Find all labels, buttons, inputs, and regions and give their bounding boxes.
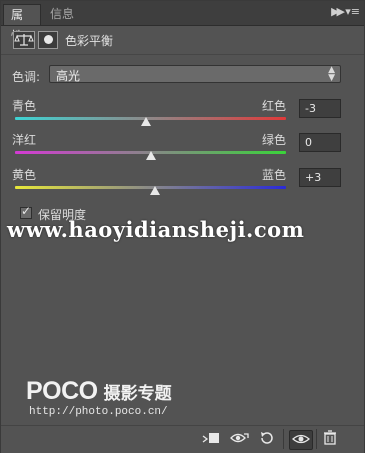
cyan-red-thumb[interactable]	[141, 117, 152, 126]
layer-mask-icon[interactable]	[38, 31, 58, 49]
poco-url: http://photo.poco.cn/	[29, 406, 168, 418]
reset-icon[interactable]	[258, 430, 276, 448]
adjustment-header: 色彩平衡	[1, 26, 364, 55]
adjustment-title: 色彩平衡	[65, 34, 114, 48]
tone-select-value: 高光	[56, 69, 81, 83]
tone-select[interactable]: 高光 ▲ ▼	[49, 65, 341, 83]
properties-panel: 属性 信息 ▶▶ ▾≡ 色彩平衡 色调: 高光 ▲▼ 青色 红色 -3 洋红	[0, 0, 365, 453]
yellow-blue-thumb[interactable]	[149, 186, 160, 195]
slider-right-label: 绿色	[262, 133, 287, 147]
toolbar-divider	[283, 429, 284, 449]
trash-icon[interactable]	[321, 430, 339, 448]
slider-left-label: 青色	[12, 99, 37, 113]
view-previous-state-icon[interactable]	[229, 430, 251, 448]
panel-tab-bar: 属性 信息 ▶▶ ▾≡	[1, 1, 364, 43]
slider-left-label: 黄色	[12, 168, 37, 182]
yellow-blue-slider: 黄色 蓝色 +3	[12, 166, 342, 206]
bottom-toolbar	[1, 425, 364, 453]
slider-right-label: 蓝色	[262, 168, 287, 182]
site-watermark: www.haoyidiansheji.com	[7, 217, 305, 242]
yellow-blue-value-input[interactable]: +3	[299, 168, 341, 187]
slider-left-label: 洋红	[12, 133, 37, 147]
updown-arrow-icon: ▲ ▼	[328, 65, 335, 83]
color-balance-icon	[13, 31, 35, 49]
check-icon: ✓	[21, 204, 32, 218]
tone-label: 色调:	[12, 70, 41, 84]
magenta-green-slider: 洋红 绿色 0	[12, 131, 342, 171]
poco-brand-cn: 摄影专题	[103, 384, 172, 404]
panel-menu-icon[interactable]: ▾≡	[345, 5, 360, 18]
clip-to-layer-icon[interactable]	[201, 430, 221, 448]
tab-info[interactable]: 信息	[43, 4, 81, 25]
tab-properties[interactable]: 属性	[3, 4, 41, 43]
magenta-green-thumb[interactable]	[145, 151, 156, 160]
toolbar-divider	[316, 429, 317, 449]
slider-right-label: 红色	[262, 99, 287, 113]
magenta-green-value-input[interactable]: 0	[299, 133, 341, 152]
poco-watermark: POCO 摄影专题 http://photo.poco.cn/	[26, 377, 172, 418]
cyan-red-value-input[interactable]: -3	[299, 99, 341, 118]
double-chevron-right-icon[interactable]: ▶▶	[331, 5, 345, 18]
poco-brand: POCO	[26, 377, 98, 405]
visibility-eye-icon[interactable]	[289, 430, 313, 450]
